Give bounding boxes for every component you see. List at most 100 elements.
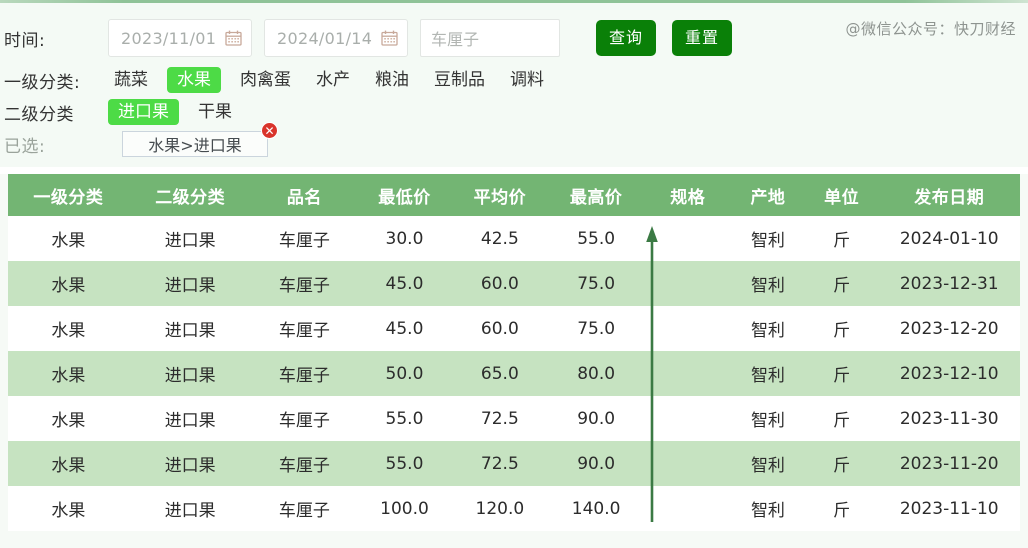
table-cell-cat1: 水果 [51, 231, 86, 251]
secondary-category-label: 二级分类 [4, 104, 74, 125]
primary-category-row: 一级分类: 蔬菜 水果 肉禽蛋 水产 粮油 豆制品 调料 [0, 65, 1028, 95]
table-body: 水果 进口果 车厘子 30.0 42.5 55.0 智利斤 2024-01-10 水果 进口果 车厘… [0, 216, 1028, 531]
table-header-cell-origin: 产地 [750, 187, 786, 208]
table-cell-cat1: 水果 [51, 501, 86, 521]
table-cell-cat1: 水果 [51, 276, 86, 296]
table-cell-avg: 72.5 [480, 453, 519, 474]
table-cell-date: 2023-11-30 [899, 408, 999, 429]
table-header-cell-name: 品名 [286, 187, 322, 208]
primary-category-tag-6[interactable]: 调料 [504, 67, 550, 93]
table-cell-origin: 智利 [750, 321, 785, 341]
table-cell-date: 2023-11-20 [899, 453, 999, 474]
table-row[interactable]: 水果 进口果 车厘子 30.0 42.5 55.0 智利 斤 2024-01-10 [8, 216, 1020, 261]
table-cell-avg: 120.0 [475, 498, 525, 519]
table-cell-cat2: 进口果 [164, 456, 216, 476]
table-cell-avg: 42.5 [480, 228, 519, 249]
calendar-icon[interactable] [225, 30, 242, 46]
table-cell-max: 90.0 [577, 453, 616, 474]
table-header-cell-avg: 平均价 [473, 187, 527, 208]
table-cell-date: 2023-12-20 [899, 318, 999, 339]
secondary-category-tag-0[interactable]: 进口果 [108, 99, 179, 125]
table-cell-origin: 智利 [750, 501, 785, 521]
table-cell-unit: 斤 [833, 501, 851, 521]
table-cell-name: 车厘子 [278, 501, 330, 521]
table-row[interactable]: 水果 进口果 车厘子 55.0 72.5 90.0 智利 斤 2023-11-20 [8, 441, 1020, 486]
table-header-cell-cat2: 二级分类 [155, 187, 226, 208]
table-cell-cat2: 进口果 [164, 501, 216, 521]
query-button[interactable]: 查询 [596, 20, 657, 56]
table-cell-cat2: 进口果 [164, 366, 216, 386]
table-cell-name: 车厘子 [278, 366, 330, 386]
table-cell-avg: 60.0 [480, 273, 519, 294]
table-header-cell-spec: 规格 [670, 187, 706, 208]
reset-button[interactable]: 重置 [672, 20, 733, 56]
price-data-table: 一级分类 二级分类 品名 最低价 平均价 最高价 规格 产地 单位 发布日期 水果 进口果 车厘子 30… [0, 174, 1028, 548]
secondary-category-row: 二级分类 进口果 干果 [0, 97, 1028, 127]
table-cell-name: 车厘子 [278, 276, 330, 296]
table-cell-avg: 60.0 [480, 318, 519, 339]
table-header-cell-unit: 单位 [824, 187, 860, 208]
date-from-value: 2023/11/01 [121, 28, 217, 48]
circle-close-icon[interactable]: ✕ [261, 122, 278, 139]
primary-category-tag-0[interactable]: 蔬菜 [108, 67, 154, 93]
table-cell-date: 2024-01-10 [899, 228, 999, 249]
table-cell-origin: 智利 [750, 411, 785, 431]
table-cell-cat2: 进口果 [164, 321, 216, 341]
filter-panel: @微信公众号：快刀财经 时间: 2023/11/01 2024/01/14 车厘… [0, 3, 1028, 167]
date-to-value: 2024/01/14 [277, 28, 373, 48]
secondary-category-tag-1[interactable]: 干果 [192, 99, 238, 125]
table-cell-origin: 智利 [750, 456, 785, 476]
table-cell-min: 45.0 [385, 318, 424, 339]
table-cell-max: 80.0 [577, 363, 616, 384]
time-label: 时间: [4, 30, 46, 51]
table-cell-cat1: 水果 [51, 411, 86, 431]
table-cell-max: 140.0 [571, 498, 621, 519]
table-cell-max: 75.0 [577, 318, 616, 339]
table-cell-min: 100.0 [380, 498, 429, 519]
table-row[interactable]: 水果 进口果 车厘子 100.0 120.0 140.0 智利 斤 2023-11-10 [8, 486, 1020, 531]
table-cell-max: 75.0 [577, 273, 616, 294]
table-cell-min: 55.0 [385, 408, 424, 429]
table-cell-max: 55.0 [577, 228, 616, 249]
table-row[interactable]: 水果 进口果 车厘子 45.0 60.0 75.0 智利 斤 2023-12-20 [8, 306, 1020, 351]
primary-category-tag-1[interactable]: 水果 [167, 67, 221, 93]
table-cell-unit: 斤 [833, 231, 851, 251]
keyword-search-input[interactable]: 车厘子 [420, 19, 560, 57]
primary-category-tag-2[interactable]: 肉禽蛋 [234, 67, 297, 93]
table-cell-unit: 斤 [833, 411, 851, 431]
table-header-cell-cat1: 一级分类 [33, 187, 104, 208]
table-cell-avg: 65.0 [480, 363, 519, 384]
table-cell-cat1: 水果 [51, 366, 86, 386]
table-cell-name: 车厘子 [278, 411, 330, 431]
table-cell-cat2: 进口果 [164, 411, 216, 431]
table-cell-min: 45.0 [385, 273, 424, 294]
primary-category-tag-5[interactable]: 豆制品 [428, 67, 491, 93]
table-cell-min: 30.0 [385, 228, 424, 249]
selected-chip[interactable]: 水果>进口果 [122, 131, 268, 157]
table-cell-name: 车厘子 [278, 231, 330, 251]
table-cell-unit: 斤 [833, 366, 851, 386]
table-cell-date: 2023-12-10 [899, 363, 999, 384]
table-cell-origin: 智利 [750, 231, 785, 251]
table-row[interactable]: 水果 进口果 车厘子 55.0 72.5 90.0 智利 斤 2023-11-30 [8, 396, 1020, 441]
calendar-icon[interactable] [381, 30, 398, 46]
table-cell-date: 2023-11-10 [899, 498, 999, 519]
secondary-category-options: 进口果 干果 [108, 99, 251, 125]
table-cell-cat2: 进口果 [164, 276, 216, 296]
table-cell-origin: 智利 [750, 366, 785, 386]
table-cell-cat1: 水果 [51, 456, 86, 476]
table-header-row: 一级分类 二级分类 品名 最低价 平均价 最高价 规格 产地 单位 发布日期 [8, 174, 1020, 216]
primary-category-options: 蔬菜 水果 肉禽蛋 水产 粮油 豆制品 调料 [108, 67, 563, 93]
table-cell-name: 车厘子 [278, 321, 330, 341]
table-cell-origin: 智利 [750, 276, 785, 296]
date-to-input[interactable]: 2024/01/14 [264, 19, 408, 57]
table-cell-avg: 72.5 [480, 408, 519, 429]
table-row[interactable]: 水果 进口果 车厘子 50.0 65.0 80.0 智利 斤 2023-12-10 [8, 351, 1020, 396]
table-row[interactable]: 水果 进口果 车厘子 45.0 60.0 75.0 智利 斤 2023-12-31 [8, 261, 1020, 306]
date-from-input[interactable]: 2023/11/01 [108, 19, 252, 57]
primary-category-label: 一级分类: [4, 72, 81, 93]
table-header-cell-max: 最高价 [569, 187, 623, 208]
primary-category-tag-4[interactable]: 粮油 [369, 67, 415, 93]
keyword-search-value: 车厘子 [431, 30, 480, 49]
primary-category-tag-3[interactable]: 水产 [310, 67, 356, 93]
